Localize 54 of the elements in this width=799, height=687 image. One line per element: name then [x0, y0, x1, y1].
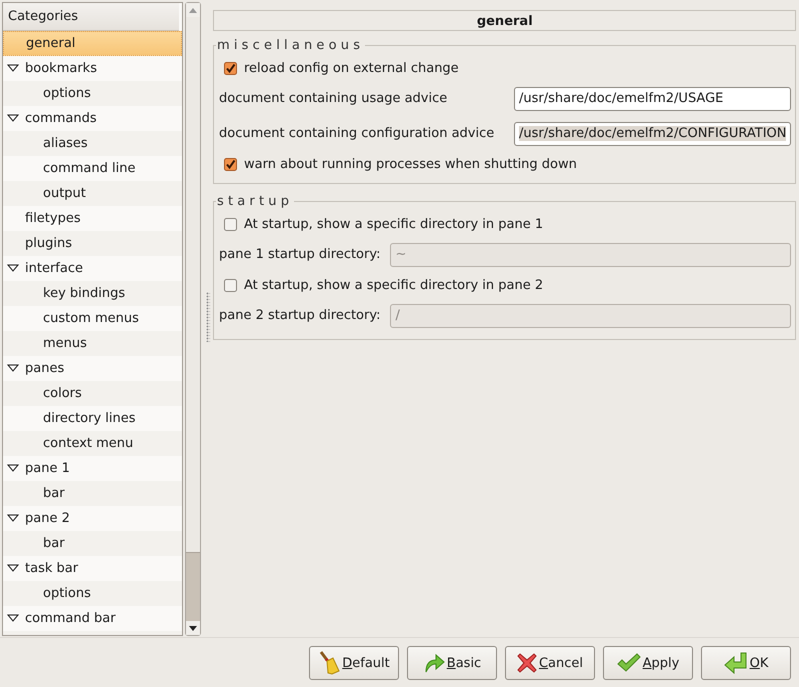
checkbox-label: At startup, show a specific directory in pane 1: [244, 216, 544, 232]
field-label: pane 1 startup directory:: [219, 247, 382, 262]
scrollbar-thumb[interactable]: [186, 552, 200, 621]
page-title: general: [213, 10, 796, 31]
scroll-down-button[interactable]: [186, 621, 200, 635]
tree-item[interactable]: plugins: [3, 231, 182, 256]
column-header[interactable]: Categories: [3, 3, 179, 31]
expander-icon[interactable]: [7, 264, 19, 273]
tree-item[interactable]: colors: [3, 381, 182, 406]
tree-item[interactable]: bar: [3, 531, 182, 556]
curved-arrow-icon: [422, 652, 445, 674]
expander-icon[interactable]: [7, 364, 19, 373]
checkbox[interactable]: [224, 218, 237, 230]
tree-item[interactable]: general: [3, 31, 182, 56]
input-field[interactable]: /usr/share/doc/emelfm2/USAGE: [514, 86, 792, 110]
tree-item[interactable]: menus: [3, 331, 182, 356]
scrollbar[interactable]: [185, 2, 201, 636]
dialog-button[interactable]: Basic: [407, 646, 497, 680]
tree-item[interactable]: context menu: [3, 431, 182, 456]
down-arrow-icon: [189, 626, 197, 630]
tree-item[interactable]: key bindings: [3, 281, 182, 306]
tree-item[interactable]: options: [3, 81, 182, 106]
checkbox-label: At startup, show a specific directory in pane 2: [244, 278, 544, 292]
expander-icon[interactable]: [7, 114, 19, 123]
cross-icon: [516, 653, 537, 673]
dialog-button[interactable]: Apply: [603, 646, 693, 680]
dialog-button[interactable]: Cancel: [505, 646, 595, 680]
checkbox-label: warn about running processes when shutting down: [244, 156, 577, 172]
tree-item[interactable]: output: [3, 181, 182, 206]
expander-icon[interactable]: [7, 514, 19, 523]
section-legend: startup: [216, 194, 294, 209]
expander-icon[interactable]: [7, 564, 19, 573]
dialog-button[interactable]: Default: [309, 646, 399, 680]
return-arrow-icon: [724, 652, 748, 674]
checkbox[interactable]: [224, 62, 237, 74]
checkbox[interactable]: [224, 158, 237, 170]
tree-item[interactable]: options: [3, 581, 182, 606]
section-legend: miscellaneous: [216, 38, 366, 53]
expander-icon[interactable]: [7, 614, 19, 623]
expander-icon[interactable]: [7, 464, 19, 473]
field-label: pane 2 startup directory:: [219, 308, 382, 323]
pane-grip[interactable]: [206, 292, 210, 342]
checkbox-label: reload config on external change: [244, 60, 459, 76]
up-arrow-icon: [189, 8, 197, 12]
checkbox[interactable]: [224, 278, 237, 292]
dialog-button[interactable]: OK: [701, 646, 791, 680]
field-label: document containing configuration advice: [219, 126, 496, 141]
input-field[interactable]: /usr/share/doc/emelfm2/CONFIGURATION: [514, 122, 792, 146]
expander-icon[interactable]: [7, 64, 19, 73]
tree-item[interactable]: bar: [3, 481, 182, 506]
field-label: document containing usage advice: [219, 91, 448, 106]
broom-icon: [318, 651, 340, 675]
tree-item[interactable]: aliases: [3, 131, 182, 156]
check-icon: [616, 653, 641, 673]
